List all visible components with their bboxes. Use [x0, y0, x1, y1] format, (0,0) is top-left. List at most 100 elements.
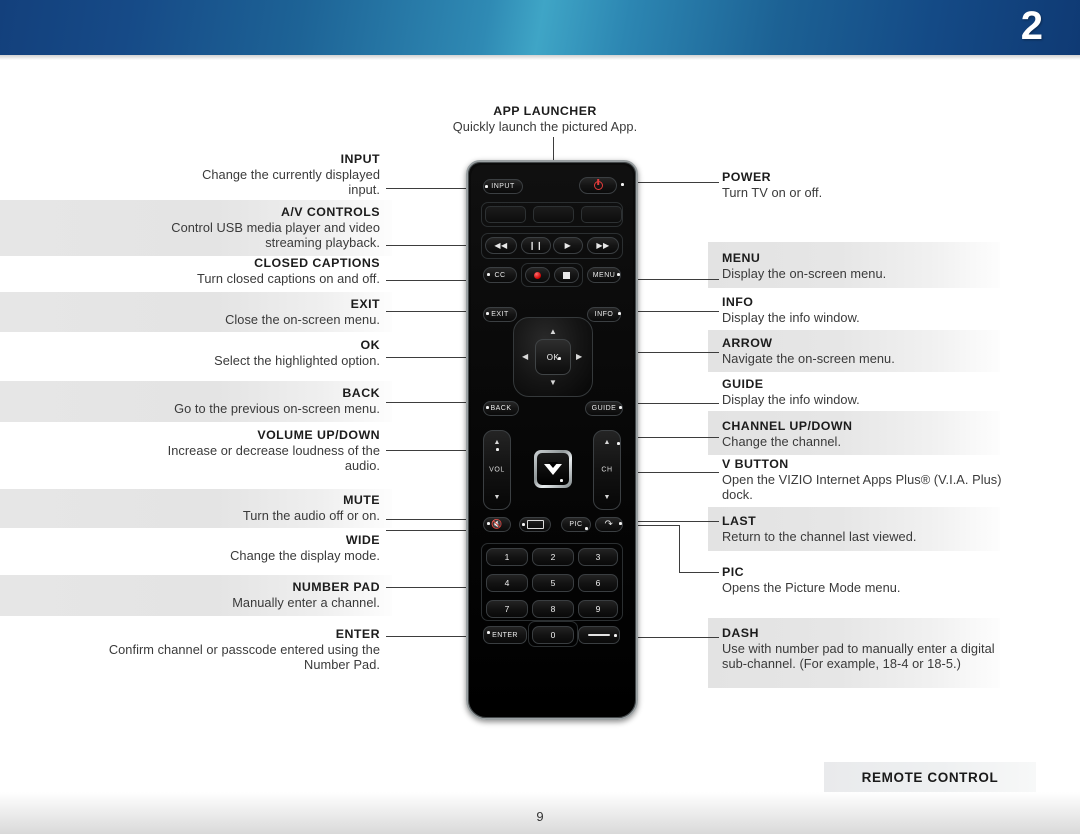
pause-icon: ❙❙: [528, 241, 544, 250]
remote-number-6[interactable]: 6: [578, 574, 618, 592]
remote-number-7[interactable]: 7: [486, 600, 528, 618]
number-label: 3: [595, 552, 601, 562]
remote-guide-button[interactable]: GUIDE: [585, 401, 623, 416]
remote-ok-button[interactable]: OK: [535, 339, 571, 375]
remote-pause-button[interactable]: ❙❙: [521, 237, 551, 254]
remote-number-1[interactable]: 1: [486, 548, 528, 566]
callout-input: INPUT Change the currently displayed inp…: [90, 152, 380, 197]
callout-description: Confirm channel or passcode entered usin…: [108, 642, 380, 673]
callout-title: MUTE: [343, 493, 380, 507]
remote-number-4[interactable]: 4: [486, 574, 528, 592]
remote-vol-dot: [496, 448, 499, 451]
arrow-up-icon: ▲: [493, 439, 501, 446]
mute-icon: 🔇: [491, 519, 503, 529]
callout-title: BACK: [342, 386, 380, 400]
remote-app-key-2[interactable]: [533, 206, 574, 223]
remote-record-button[interactable]: [525, 267, 550, 283]
dpad-down-arrow[interactable]: ▼: [549, 379, 557, 387]
remote-guide-dot: [619, 406, 622, 409]
callout-title: VOLUME UP/DOWN: [257, 428, 380, 442]
number-label: 1: [504, 552, 510, 562]
remote-info-label: INFO: [594, 311, 614, 318]
remote-exit-label: EXIT: [491, 311, 509, 318]
arrow-up-icon: ▲: [603, 439, 611, 446]
callout-description: Opens the Picture Mode menu.: [722, 580, 901, 595]
leader-number-pad: [386, 587, 478, 588]
callout-closed-captions: CLOSED CAPTIONS Turn closed captions on …: [60, 256, 380, 286]
callout-description: Control USB media player and video strea…: [171, 220, 380, 251]
chapter-number: 2: [1020, 4, 1043, 48]
remote-back-label: BACK: [490, 405, 512, 412]
callout-arrow: ARROW Navigate the on-screen menu.: [722, 336, 1022, 366]
callout-title: INPUT: [340, 152, 380, 166]
remote-info-dot: [618, 312, 621, 315]
callout-power: POWER Turn TV on or off.: [722, 170, 1022, 200]
remote-input-button[interactable]: INPUT: [483, 179, 523, 194]
leader-enter: [386, 636, 478, 637]
callout-number-pad: NUMBER PAD Manually enter a channel.: [60, 580, 380, 610]
number-label: 5: [550, 578, 556, 588]
callout-description: Use with number pad to manually enter a …: [722, 641, 995, 672]
manual-page: 2 APP LAUNCHER Quickly launch the pictur…: [0, 0, 1080, 834]
rewind-icon: ◀◀: [494, 241, 508, 250]
number-label: 8: [550, 604, 556, 614]
remote-v-button[interactable]: [534, 450, 572, 488]
leader-exit: [386, 311, 478, 312]
play-icon: ▶: [564, 241, 572, 250]
remote-number-5[interactable]: 5: [532, 574, 574, 592]
volume-up-arrow[interactable]: ▲: [484, 439, 510, 446]
remote-rewind-button[interactable]: ◀◀: [485, 237, 517, 254]
dpad-up-arrow[interactable]: ▲: [549, 328, 557, 336]
remote-number-0[interactable]: 0: [532, 626, 574, 644]
channel-down-arrow[interactable]: ▼: [594, 494, 620, 501]
volume-down-arrow[interactable]: ▼: [484, 494, 510, 501]
remote-number-9[interactable]: 9: [578, 600, 618, 618]
remote-ch-dot: [617, 442, 620, 445]
remote-volume-rocker[interactable]: ▲ VOL ▼: [483, 430, 511, 510]
remote-pic-button[interactable]: PIC: [561, 517, 591, 532]
record-icon: [534, 271, 541, 279]
callout-v-button: V BUTTON Open the VIZIO Internet Apps Pl…: [722, 457, 1024, 502]
remote-back-dot: [486, 406, 489, 409]
remote-play-button[interactable]: ▶: [553, 237, 583, 254]
section-label-text: REMOTE CONTROL: [861, 769, 999, 785]
callout-description: Open the VIZIO Internet Apps Plus® (V.I.…: [722, 472, 1002, 503]
callout-title: CHANNEL UP/DOWN: [722, 419, 853, 433]
callout-wide: WIDE Change the display mode.: [60, 533, 380, 563]
callout-title: ARROW: [722, 336, 773, 350]
arrow-right-icon: ▶: [576, 352, 583, 361]
remote-vol-label: VOL: [489, 466, 505, 474]
remote-number-8[interactable]: 8: [532, 600, 574, 618]
remote-app-key-1[interactable]: [485, 206, 526, 223]
remote-number-2[interactable]: 2: [532, 548, 574, 566]
remote-number-3[interactable]: 3: [578, 548, 618, 566]
remote-ok-dot: [558, 357, 561, 360]
callout-info: INFO Display the info window.: [722, 295, 1022, 325]
number-label: 9: [595, 604, 601, 614]
arrow-up-icon: ▲: [549, 327, 557, 336]
leader-av-controls: [386, 245, 478, 246]
leader-closed-captions: [386, 280, 478, 281]
callout-title: CLOSED CAPTIONS: [254, 256, 380, 270]
remote-menu-button[interactable]: MENU: [587, 267, 621, 283]
remote-stop-button[interactable]: [554, 267, 579, 283]
dpad-left-arrow[interactable]: ◀: [522, 353, 528, 361]
remote-input-label: INPUT: [491, 183, 515, 190]
callout-description: Go to the previous on-screen menu.: [174, 401, 380, 416]
callout-description: Change the channel.: [722, 434, 842, 449]
remote-info-button[interactable]: INFO: [587, 307, 621, 322]
callout-title: ENTER: [335, 627, 380, 641]
callout-description: Change the display mode.: [230, 548, 380, 563]
callout-back: BACK Go to the previous on-screen menu.: [40, 386, 380, 416]
remote-app-key-3[interactable]: [581, 206, 622, 223]
dpad-right-arrow[interactable]: ▶: [576, 353, 582, 361]
callout-ok: OK Select the highlighted option.: [60, 338, 380, 368]
callout-title: DASH: [722, 626, 759, 640]
remote-enter-button[interactable]: ENTER: [483, 626, 527, 644]
last-icon: ↷: [604, 519, 614, 530]
callout-description: Display the on-screen menu.: [722, 266, 887, 281]
number-label: 2: [550, 552, 556, 562]
remote-forward-button[interactable]: ▶▶: [587, 237, 619, 254]
v-button-face: [537, 453, 569, 485]
remote-power-button[interactable]: [579, 177, 617, 194]
